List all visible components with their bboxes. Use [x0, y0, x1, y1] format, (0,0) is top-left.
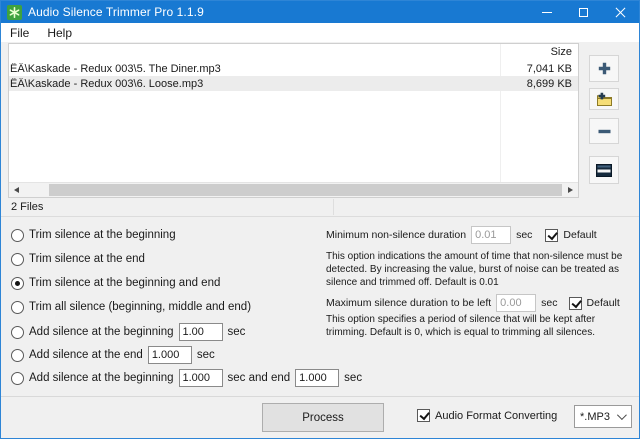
- file-list: Size ÊÂ\Kaskade - Redux 003\5. The Diner…: [8, 43, 579, 198]
- radio-add-silence-beginning[interactable]: Add silence at the beginning sec: [11, 322, 245, 342]
- min-non-silence-description: This option indications the amount of ti…: [326, 250, 638, 289]
- horizontal-scrollbar[interactable]: [9, 182, 578, 197]
- radio-trim-all[interactable]: Trim all silence (beginning, middle and …: [11, 297, 251, 317]
- plus-icon: [597, 61, 612, 76]
- app-icon: [7, 5, 22, 20]
- audio-format-converting-label: Audio Format Converting: [435, 410, 557, 422]
- format-select-value: *.MP3: [580, 411, 610, 423]
- radio-trim-end[interactable]: Trim silence at the end: [11, 249, 145, 269]
- radio-label: Trim silence at the beginning: [29, 229, 176, 241]
- radio-icon: [11, 229, 24, 242]
- scroll-left-button[interactable]: [9, 183, 24, 197]
- max-default-checkbox[interactable]: [569, 297, 582, 310]
- radio-label: Add silence at the beginning: [29, 326, 174, 338]
- radio-add-silence-end[interactable]: Add silence at the end sec: [11, 345, 215, 365]
- file-row[interactable]: ÊÂ\Kaskade - Redux 003\5. The Diner.mp3 …: [9, 61, 578, 76]
- clear-list-button[interactable]: [589, 156, 619, 184]
- min-non-silence-input[interactable]: [471, 226, 511, 244]
- radio-icon: [11, 349, 24, 362]
- minimize-button[interactable]: [528, 1, 565, 23]
- max-default-label: Default: [587, 297, 620, 309]
- format-select[interactable]: *.MP3: [574, 405, 632, 428]
- max-silence-label: Maximum silence duration to be left: [326, 297, 491, 309]
- add-file-button[interactable]: [589, 55, 619, 82]
- status-divider: [333, 199, 334, 215]
- options-panel: Trim silence at the beginning Trim silen…: [1, 217, 639, 397]
- close-button[interactable]: [602, 1, 639, 23]
- min-non-silence-row: Minimum non-silence duration sec Default: [326, 225, 597, 245]
- file-row-selected[interactable]: ÊÂ\Kaskade - Redux 003\6. Loose.mp3 8,69…: [9, 76, 578, 91]
- radio-icon-selected: [11, 277, 24, 290]
- add-end-seconds-input[interactable]: [148, 346, 192, 364]
- max-silence-description: This option specifies a period of silenc…: [326, 313, 638, 339]
- radio-add-silence-both[interactable]: Add silence at the beginning sec and end…: [11, 368, 362, 388]
- chevron-down-icon: [617, 410, 627, 420]
- unit-label: sec: [228, 326, 246, 338]
- scroll-right-icon: [568, 187, 573, 193]
- footer-bar: Process Audio Format Converting *.MP3: [1, 396, 639, 438]
- radio-icon: [11, 253, 24, 266]
- process-button[interactable]: Process: [262, 403, 384, 432]
- status-bar: 2 Files: [1, 198, 639, 217]
- audio-format-converting-checkbox[interactable]: [417, 409, 430, 422]
- file-size: 7,041 KB: [492, 63, 578, 75]
- radio-icon: [11, 372, 24, 385]
- menubar: File Help: [1, 23, 639, 42]
- radio-label: Add silence at the end: [29, 349, 143, 361]
- radio-label: Trim all silence (beginning, middle and …: [29, 301, 251, 313]
- scroll-right-button[interactable]: [563, 183, 578, 197]
- radio-label: Trim silence at the end: [29, 253, 145, 265]
- radio-trim-beginning[interactable]: Trim silence at the beginning: [11, 225, 176, 245]
- window-controls: [528, 1, 639, 23]
- scroll-left-icon: [14, 187, 19, 193]
- min-non-silence-label: Minimum non-silence duration: [326, 229, 466, 241]
- scrollbar-thumb[interactable]: [49, 184, 562, 196]
- radio-icon: [11, 301, 24, 314]
- window-title: Audio Silence Trimmer Pro 1.1.9: [28, 5, 204, 19]
- titlebar: Audio Silence Trimmer Pro 1.1.9: [1, 1, 639, 23]
- clear-list-icon: [596, 164, 612, 177]
- minimize-icon: [542, 12, 552, 13]
- add-both-beginning-seconds-input[interactable]: [179, 369, 223, 387]
- list-header[interactable]: Size: [9, 44, 578, 61]
- radio-icon: [11, 326, 24, 339]
- add-beginning-seconds-input[interactable]: [179, 323, 223, 341]
- close-icon: [615, 7, 626, 18]
- min-default-checkbox[interactable]: [545, 229, 558, 242]
- file-size: 8,699 KB: [492, 78, 578, 90]
- unit-label: sec: [516, 229, 532, 241]
- max-silence-row: Maximum silence duration to be left sec …: [326, 293, 620, 313]
- file-name: ÊÂ\Kaskade - Redux 003\5. The Diner.mp3: [9, 63, 492, 75]
- remove-file-button[interactable]: [589, 118, 619, 144]
- min-default-label: Default: [563, 229, 596, 241]
- menu-file[interactable]: File: [1, 23, 38, 42]
- unit-label: sec: [541, 297, 557, 309]
- size-column-header[interactable]: Size: [551, 46, 572, 58]
- radio-label: Trim silence at the beginning and end: [29, 277, 220, 289]
- files-count: 2 Files: [11, 201, 43, 213]
- format-converting-group: Audio Format Converting: [417, 409, 557, 422]
- max-silence-input[interactable]: [496, 294, 536, 312]
- add-folder-button[interactable]: [589, 88, 619, 110]
- radio-label: Add silence at the beginning: [29, 372, 174, 384]
- maximize-button[interactable]: [565, 1, 602, 23]
- add-both-end-seconds-input[interactable]: [295, 369, 339, 387]
- radio-trim-beginning-and-end[interactable]: Trim silence at the beginning and end: [11, 273, 220, 293]
- unit-label: sec: [344, 372, 362, 384]
- unit-label: sec: [197, 349, 215, 361]
- file-name: ÊÂ\Kaskade - Redux 003\6. Loose.mp3: [9, 78, 492, 90]
- maximize-icon: [579, 8, 588, 17]
- folder-plus-icon: [596, 92, 613, 107]
- minus-icon: [597, 124, 612, 139]
- mid-label: sec and end: [228, 372, 291, 384]
- app-window: Audio Silence Trimmer Pro 1.1.9 File Hel…: [0, 0, 640, 439]
- menu-help[interactable]: Help: [38, 23, 81, 42]
